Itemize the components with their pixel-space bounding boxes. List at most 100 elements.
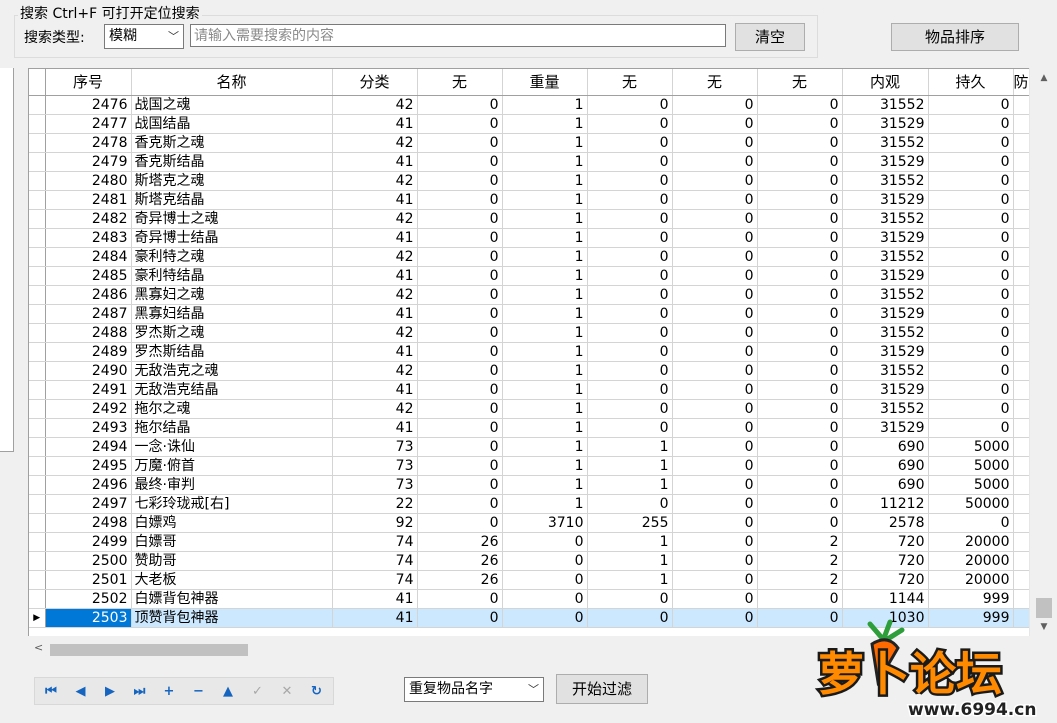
table-cell[interactable]: 0: [928, 304, 1014, 324]
table-cell[interactable]: 黑寡妇之魂: [131, 285, 333, 305]
table-cell[interactable]: 0: [587, 171, 673, 191]
table-cell[interactable]: 41: [332, 342, 418, 362]
table-cell[interactable]: 1: [502, 95, 588, 115]
table-cell[interactable]: 2477: [45, 114, 132, 134]
table-cell[interactable]: 0: [672, 114, 758, 134]
table-cell[interactable]: 0: [587, 209, 673, 229]
table-cell[interactable]: 0: [757, 323, 843, 343]
table-cell[interactable]: 720: [842, 551, 929, 571]
table-cell[interactable]: 0: [672, 266, 758, 286]
table-cell[interactable]: 1: [587, 475, 673, 495]
table-cell[interactable]: 42: [332, 247, 418, 267]
row-indicator[interactable]: [29, 323, 46, 343]
table-cell[interactable]: 0: [417, 190, 503, 210]
edit-record-icon[interactable]: ▲: [216, 681, 240, 703]
table-cell[interactable]: 0: [672, 285, 758, 305]
table-cell[interactable]: 0: [757, 342, 843, 362]
table-cell[interactable]: 0: [587, 342, 673, 362]
row-indicator[interactable]: [29, 418, 46, 438]
table-cell[interactable]: 0: [928, 171, 1014, 191]
table-cell[interactable]: 1: [587, 551, 673, 571]
table-cell[interactable]: 0: [757, 361, 843, 381]
scroll-up-icon[interactable]: ▲: [1030, 70, 1057, 87]
row-indicator[interactable]: [29, 247, 46, 267]
horizontal-scroll-thumb[interactable]: [50, 644, 248, 656]
table-cell[interactable]: 大老板: [131, 570, 333, 590]
table-cell[interactable]: 42: [332, 209, 418, 229]
table-cell[interactable]: 0: [417, 456, 503, 476]
table-row[interactable]: 2498 白嫖鸡 92 0 3710 255 0 0 2578 0: [29, 513, 1054, 533]
table-cell[interactable]: 2484: [45, 247, 132, 267]
table-cell[interactable]: 41: [332, 228, 418, 248]
cancel-record-icon[interactable]: ✕: [275, 681, 299, 703]
table-cell[interactable]: 41: [332, 608, 418, 628]
items-grid[interactable]: 序号 名称 分类 无 重量 无 无 无 内观 持久 防 2476 战国之魂 42 0 1…: [28, 68, 1057, 636]
column-header[interactable]: 无: [672, 69, 758, 96]
table-cell[interactable]: 31529: [842, 342, 929, 362]
table-cell[interactable]: 0: [928, 513, 1014, 533]
table-cell[interactable]: 0: [928, 133, 1014, 153]
table-row[interactable]: 2478 香克斯之魂 42 0 1 0 0 0 31552 0: [29, 133, 1054, 153]
table-row[interactable]: 2491 无敌浩克结晶 41 0 1 0 0 0 31529 0: [29, 380, 1054, 400]
table-cell[interactable]: 2486: [45, 285, 132, 305]
table-cell[interactable]: 0: [417, 589, 503, 609]
table-cell[interactable]: 2476: [45, 95, 132, 115]
table-row[interactable]: 2493 拖尔结晶 41 0 1 0 0 0 31529 0: [29, 418, 1054, 438]
table-cell[interactable]: 1: [502, 399, 588, 419]
table-cell[interactable]: 0: [928, 190, 1014, 210]
table-cell[interactable]: 0: [672, 171, 758, 191]
table-cell[interactable]: 0: [928, 266, 1014, 286]
table-cell[interactable]: 0: [587, 266, 673, 286]
table-cell[interactable]: 斯塔克结晶: [131, 190, 333, 210]
table-cell[interactable]: 斯塔克之魂: [131, 171, 333, 191]
table-cell[interactable]: 0: [757, 304, 843, 324]
table-cell[interactable]: 0: [417, 342, 503, 362]
column-header[interactable]: 无: [587, 69, 673, 96]
table-cell[interactable]: 0: [672, 342, 758, 362]
table-cell[interactable]: 0: [672, 532, 758, 552]
sort-items-button[interactable]: 物品排序: [891, 23, 1019, 51]
table-cell[interactable]: 1: [502, 190, 588, 210]
table-cell[interactable]: 1: [502, 342, 588, 362]
row-indicator[interactable]: [29, 190, 46, 210]
table-cell[interactable]: 31552: [842, 323, 929, 343]
row-indicator[interactable]: [29, 456, 46, 476]
table-cell[interactable]: 690: [842, 456, 929, 476]
row-indicator[interactable]: [29, 171, 46, 191]
table-cell[interactable]: 74: [332, 532, 418, 552]
table-cell[interactable]: 七彩玲珑戒[右]: [131, 494, 333, 514]
table-cell[interactable]: 0: [757, 114, 843, 134]
table-cell[interactable]: 战国之魂: [131, 95, 333, 115]
table-cell[interactable]: 1: [502, 494, 588, 514]
table-cell[interactable]: 31552: [842, 285, 929, 305]
table-cell[interactable]: 0: [928, 361, 1014, 381]
row-indicator[interactable]: [29, 95, 46, 115]
table-cell[interactable]: 0: [417, 380, 503, 400]
last-record-icon[interactable]: ⏭: [128, 681, 152, 703]
table-cell[interactable]: 0: [587, 247, 673, 267]
table-cell[interactable]: 0: [587, 114, 673, 134]
table-cell[interactable]: 1: [502, 437, 588, 457]
table-cell[interactable]: 2490: [45, 361, 132, 381]
first-record-icon[interactable]: ⏮: [39, 681, 63, 703]
table-cell[interactable]: 0: [672, 475, 758, 495]
vertical-scroll-thumb[interactable]: [1036, 598, 1052, 618]
table-cell[interactable]: 赞助哥: [131, 551, 333, 571]
table-cell[interactable]: 999: [928, 589, 1014, 609]
table-cell[interactable]: 0: [928, 399, 1014, 419]
table-cell[interactable]: 0: [502, 570, 588, 590]
search-type-select[interactable]: 模糊 ﹀: [104, 24, 184, 49]
table-row[interactable]: 2499 白嫖哥 74 26 0 1 0 2 720 20000: [29, 532, 1054, 552]
table-row[interactable]: 2495 万魔·俯首 73 0 1 1 0 0 690 5000: [29, 456, 1054, 476]
table-cell[interactable]: 0: [417, 152, 503, 172]
table-cell[interactable]: 0: [757, 133, 843, 153]
table-cell[interactable]: 50000: [928, 494, 1014, 514]
table-cell[interactable]: 香克斯之魂: [131, 133, 333, 153]
table-cell[interactable]: 2488: [45, 323, 132, 343]
table-cell[interactable]: 22: [332, 494, 418, 514]
row-indicator[interactable]: [29, 266, 46, 286]
table-cell[interactable]: 1: [502, 323, 588, 343]
table-cell[interactable]: 0: [417, 608, 503, 628]
table-cell[interactable]: 41: [332, 589, 418, 609]
table-cell[interactable]: 1: [502, 228, 588, 248]
